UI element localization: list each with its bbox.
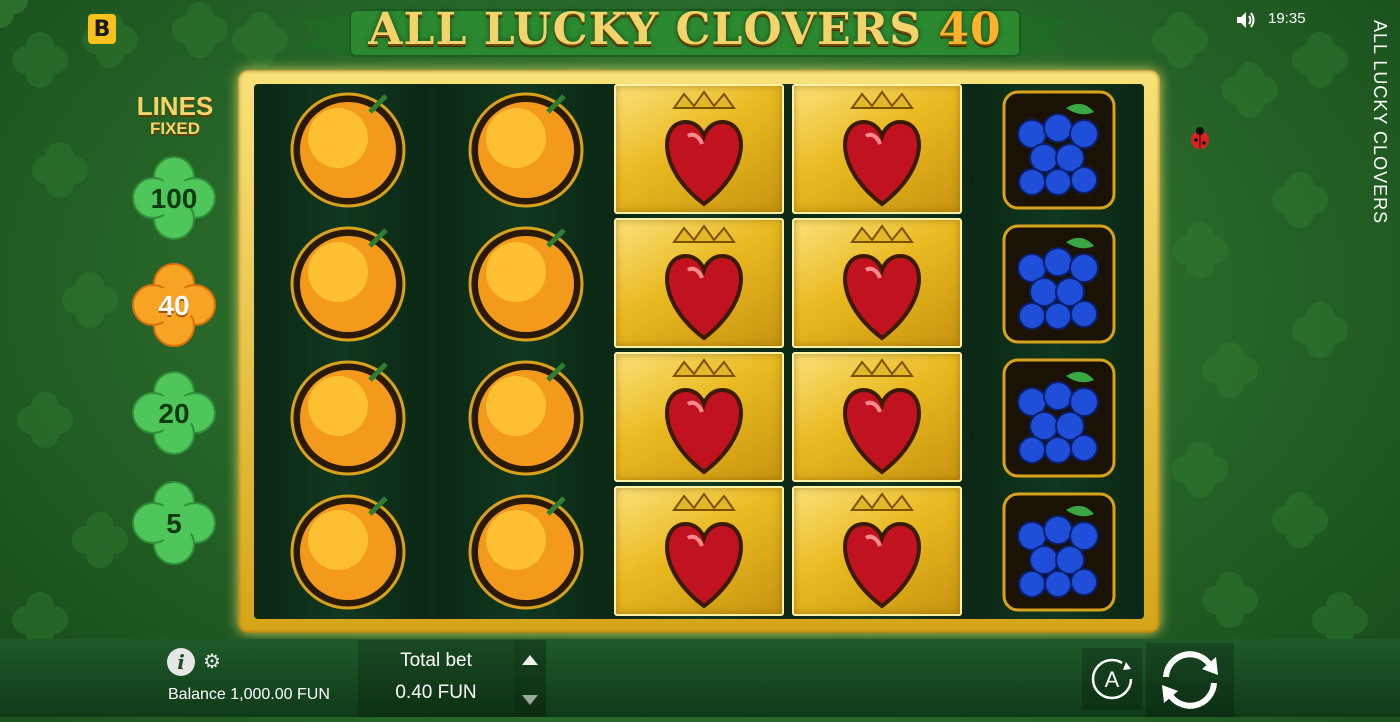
lines-option-label: 5: [166, 508, 182, 539]
lines-option-40[interactable]: 40: [131, 262, 217, 348]
lines-option-20[interactable]: 20: [131, 370, 217, 456]
reel-1: [258, 84, 428, 619]
symbol-crowned-heart: [614, 84, 784, 214]
symbol-grapes: [970, 218, 1140, 348]
symbol-orange: [436, 486, 606, 616]
symbol-orange: [436, 84, 606, 214]
game-title-banner: ALL LUCKY CLOVERS 40: [300, 0, 1070, 72]
symbol-orange: [258, 486, 428, 616]
balance-display: Balance 1,000.00 FUN: [168, 686, 330, 703]
lines-option-label: 40: [158, 290, 190, 321]
brand-logo: B: [88, 14, 116, 44]
game-title-main: ALL LUCKY CLOVERS: [368, 4, 922, 55]
symbol-grapes: [970, 486, 1140, 616]
lines-option-label: 20: [158, 398, 190, 429]
lines-title: LINES: [136, 91, 214, 121]
symbol-crowned-heart: [614, 218, 784, 348]
bet-decrease-button[interactable]: [522, 695, 538, 705]
symbol-orange: [436, 352, 606, 482]
gear-icon[interactable]: ⚙: [203, 652, 221, 672]
total-bet-label: Total bet: [400, 650, 472, 671]
reel-3: [614, 84, 784, 619]
symbol-orange: [258, 352, 428, 482]
side-game-title: ALL LUCKY CLOVERS: [1370, 20, 1390, 225]
speaker-icon[interactable]: [1236, 11, 1256, 29]
ladybug-icon: [1191, 127, 1209, 149]
spin-button[interactable]: [1146, 643, 1234, 717]
spin-icon: [1162, 651, 1218, 709]
lines-option-label: 100: [150, 183, 198, 214]
reel-2: [436, 84, 606, 619]
lines-subtitle: FIXED: [149, 119, 201, 138]
autoplay-button[interactable]: A: [1082, 648, 1142, 710]
lines-option-5[interactable]: 5: [131, 480, 217, 566]
symbol-crowned-heart: [792, 352, 962, 482]
symbol-orange: [258, 218, 428, 348]
symbol-crowned-heart: [792, 486, 962, 616]
clock: 19:35: [1268, 10, 1306, 27]
reel-area: [254, 84, 1144, 619]
info-icon[interactable]: i: [167, 648, 195, 676]
lines-header: LINES FIXED: [130, 92, 220, 138]
symbol-crowned-heart: [792, 84, 962, 214]
game-title-number: 40: [938, 4, 1002, 55]
bet-stepper: [514, 640, 546, 717]
total-bet-panel: Total bet 0.40 FUN: [358, 640, 514, 717]
symbol-crowned-heart: [614, 486, 784, 616]
reel-5: [970, 84, 1140, 619]
symbol-orange: [258, 84, 428, 214]
reel-4: [792, 84, 962, 619]
autoplay-label: A: [1105, 667, 1120, 692]
symbol-crowned-heart: [792, 218, 962, 348]
bet-increase-button[interactable]: [522, 655, 538, 665]
total-bet-value: 0.40 FUN: [395, 682, 477, 703]
symbol-grapes: [970, 84, 1140, 214]
symbol-orange: [436, 218, 606, 348]
symbol-grapes: [970, 352, 1140, 482]
lines-option-100[interactable]: 100: [131, 155, 217, 241]
symbol-crowned-heart: [614, 352, 784, 482]
game-title: ALL LUCKY CLOVERS 40: [300, 4, 1070, 55]
autoplay-icon: A: [1091, 658, 1133, 700]
